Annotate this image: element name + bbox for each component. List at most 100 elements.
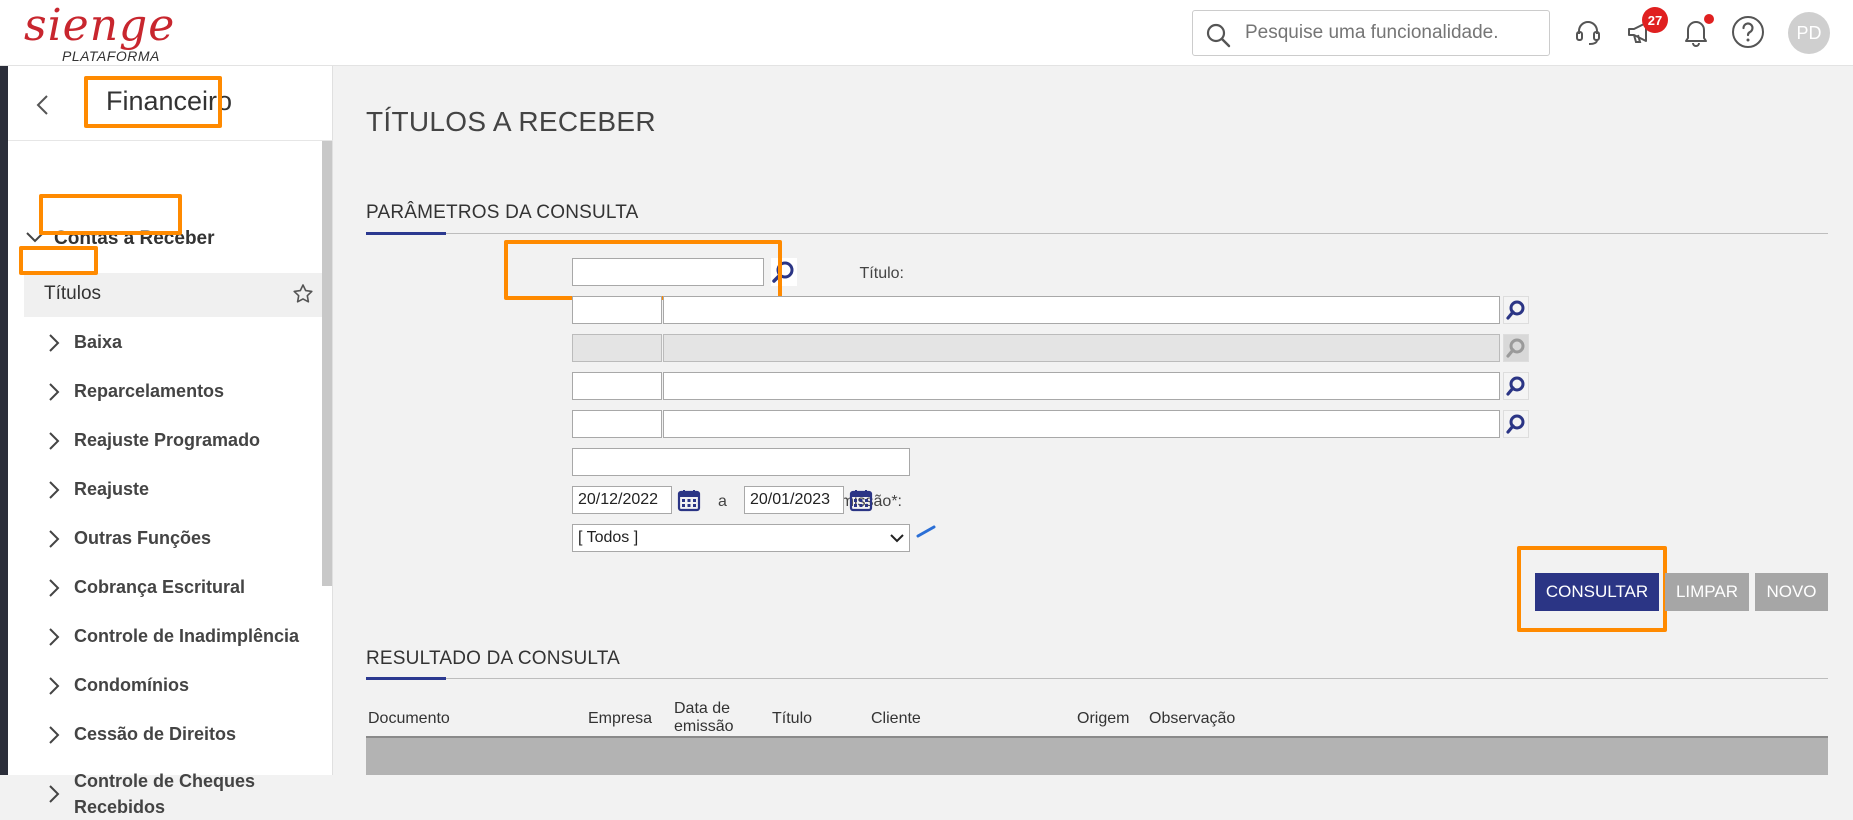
search-icon: [1506, 338, 1525, 358]
limpar-button[interactable]: LIMPAR: [1665, 573, 1749, 611]
titulo-input[interactable]: [572, 258, 764, 286]
help-icon[interactable]: [1730, 14, 1766, 50]
col-empresa[interactable]: Empresa: [588, 710, 652, 728]
search-input[interactable]: [1245, 19, 1540, 47]
col-data-emissao-line2: emissão: [674, 718, 734, 735]
numero-documento-input[interactable]: [572, 448, 910, 476]
consultar-button[interactable]: CONSULTAR: [1535, 573, 1659, 611]
chevron-down-icon: [24, 226, 46, 253]
sidebar-item-label: Outras Funções: [74, 528, 212, 548]
sidebar-item-outras-funcoes[interactable]: Outras Funções: [44, 525, 211, 551]
sidebar-item-cessao-de-direitos[interactable]: Cessão de Direitos: [44, 721, 236, 747]
documento-search-button[interactable]: [1503, 410, 1529, 438]
search-icon: [772, 261, 794, 283]
sidebar-item-cobranca-escritural[interactable]: Cobrança Escritural: [44, 574, 245, 600]
col-titulo[interactable]: Título: [772, 710, 812, 728]
sidebar-item-label: Condomínios: [74, 675, 189, 695]
star-favorite-icon[interactable]: [292, 283, 314, 310]
chevron-right-icon: [49, 628, 60, 646]
periodo-start-input[interactable]: [572, 486, 672, 514]
chevron-right-icon: [49, 785, 60, 803]
result-section-title: RESULTADO DA CONSULTA: [366, 648, 621, 669]
empresa-search-button[interactable]: [1503, 296, 1529, 324]
params-section-title: PARÂMETROS DA CONSULTA: [366, 202, 639, 223]
consistencia-selected-value: [ Todos ]: [578, 529, 639, 546]
sidebar: Financeiro Contas a Receber Títulos Baix…: [8, 66, 333, 817]
sidebar-item-condominios[interactable]: Condomínios: [44, 672, 189, 698]
sidebar-group-contas-a-receber[interactable]: Contas a Receber: [24, 224, 215, 254]
search-icon: [1205, 22, 1231, 53]
chevron-right-icon: [49, 383, 60, 401]
calendar-end-icon[interactable]: [848, 486, 874, 514]
left-dark-strip: [0, 66, 8, 775]
periodo-separator: a: [718, 493, 727, 510]
calendar-start-icon[interactable]: [676, 486, 702, 514]
sidebar-item-label: Baixa: [74, 332, 123, 352]
chevron-right-icon: [49, 432, 60, 450]
col-data-emissao[interactable]: Data de emissão: [674, 700, 734, 736]
titulo-search-button[interactable]: [771, 258, 797, 286]
sidebar-item-label: Reajuste: [74, 479, 150, 499]
chevron-right-icon: [49, 530, 60, 548]
empresa-code-input[interactable]: [572, 296, 662, 324]
chevron-right-icon: [49, 579, 60, 597]
logo-subtitle: PLATAFORMA: [62, 48, 160, 64]
documento-name-input[interactable]: [663, 410, 1500, 438]
global-search[interactable]: [1192, 10, 1550, 56]
chevron-right-icon: [49, 677, 60, 695]
sidebar-item-baixa[interactable]: Baixa: [44, 329, 122, 355]
sidebar-title: Financeiro: [106, 86, 233, 116]
search-icon: [1506, 376, 1525, 396]
sidebar-item-label: Cessão de Direitos: [74, 724, 237, 744]
back-chevron-icon[interactable]: [28, 90, 58, 120]
col-origem[interactable]: Origem: [1077, 710, 1129, 728]
main-content: TÍTULOS A RECEBER PARÂMETROS DA CONSULTA…: [334, 66, 1853, 775]
bell-unread-dot: [1704, 14, 1714, 24]
edit-pencil-icon[interactable]: [916, 524, 938, 543]
top-bar: sienge PLATAFORMA 27 PD: [0, 0, 1853, 66]
periodo-end-input[interactable]: [744, 486, 844, 514]
sidebar-item-reajuste-programado[interactable]: Reajuste Programado: [44, 427, 260, 453]
cliente-code-input[interactable]: [572, 372, 662, 400]
user-avatar[interactable]: PD: [1788, 12, 1830, 54]
notifications-count-badge: 27: [1642, 7, 1668, 33]
params-section-accent: [366, 232, 446, 235]
sidebar-item-controle-de-inadimplencia[interactable]: Controle de Inadimplência: [44, 623, 299, 649]
col-observacao[interactable]: Observação: [1149, 710, 1235, 728]
centro-de-custo-name-input: [663, 334, 1500, 362]
sidebar-group-label: Contas a Receber: [54, 228, 215, 249]
search-icon: [1506, 300, 1525, 320]
centro-de-custo-search-button: [1503, 334, 1529, 362]
support-headset-icon[interactable]: [1570, 14, 1606, 50]
chevron-down-icon: [890, 534, 904, 543]
sidebar-item-reajuste[interactable]: Reajuste: [44, 476, 149, 502]
chevron-right-icon: [49, 481, 60, 499]
sidebar-item-label-line2: Recebidos: [74, 797, 166, 817]
sidebar-item-label: Controle de Inadimplência: [74, 626, 300, 646]
sienge-logo[interactable]: sienge PLATAFORMA: [24, 0, 176, 65]
sidebar-header: Financeiro: [8, 66, 333, 141]
sidebar-scrollbar[interactable]: [322, 141, 332, 586]
sidebar-item-label-line1: Controle de Cheques: [74, 771, 256, 791]
col-documento[interactable]: Documento: [368, 710, 450, 728]
consistencia-select[interactable]: [ Todos ]: [572, 524, 910, 552]
col-data-emissao-line1: Data de: [674, 700, 731, 717]
logo-word: sienge: [24, 0, 176, 51]
documento-code-input[interactable]: [572, 410, 662, 438]
chevron-right-icon: [49, 334, 60, 352]
result-section-accent: [366, 677, 446, 680]
sidebar-item-label: Títulos: [44, 283, 102, 304]
cliente-search-button[interactable]: [1503, 372, 1529, 400]
sidebar-item-titulos[interactable]: Títulos: [24, 273, 322, 317]
col-cliente[interactable]: Cliente: [871, 710, 921, 728]
sidebar-item-label: Reparcelamentos: [74, 381, 225, 401]
sidebar-item-label: Reajuste Programado: [74, 430, 261, 450]
result-section-divider: [366, 678, 1828, 679]
centro-de-custo-code-input: [572, 334, 662, 362]
cliente-name-input[interactable]: [663, 372, 1500, 400]
sidebar-item-label: Cobrança Escritural: [74, 577, 246, 597]
empresa-name-input[interactable]: [663, 296, 1500, 324]
novo-button[interactable]: NOVO: [1755, 573, 1828, 611]
sidebar-item-controle-de-cheques-recebidos[interactable]: Controle de Cheques Recebidos: [44, 768, 255, 820]
sidebar-item-reparcelamentos[interactable]: Reparcelamentos: [44, 378, 224, 404]
